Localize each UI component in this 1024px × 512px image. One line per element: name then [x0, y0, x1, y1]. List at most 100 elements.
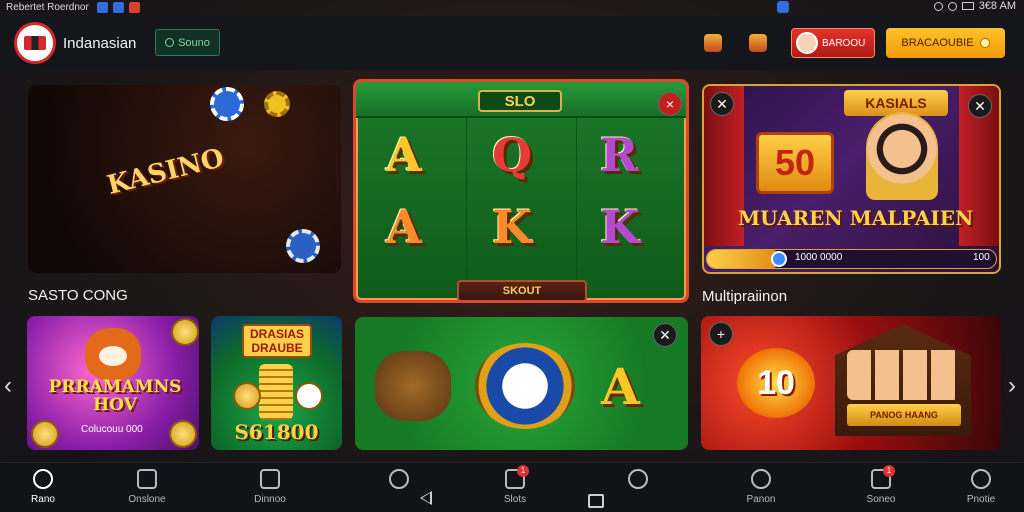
nav-item-settings[interactable]: Pnotie	[946, 469, 1016, 511]
multiplier-badge: 10	[737, 348, 815, 418]
brand-name: Indanasian	[63, 35, 137, 52]
game-card-houses[interactable]: + 10 PANOG HAANG	[701, 316, 1001, 450]
coin-icon	[171, 318, 199, 346]
game-title: PRRAMAMNS HOV	[48, 377, 182, 415]
search-label: Souno	[178, 36, 210, 49]
slot-title: SLO	[478, 90, 562, 112]
chip-icon	[286, 229, 320, 263]
prize-amount: S61800	[234, 420, 319, 444]
coin-icon	[169, 420, 197, 448]
game-sign: PANOG HAANG	[847, 404, 961, 426]
fox-character-image	[85, 328, 141, 380]
character-image	[866, 112, 938, 200]
wifi-icon	[947, 1, 957, 11]
game-card-fox[interactable]: PRRAMAMNS HOV Colucouu 000	[27, 316, 199, 450]
jackpot-knob	[771, 251, 787, 267]
nav-label: Soneo	[866, 494, 896, 505]
chip-icon	[264, 91, 290, 117]
slot-symbol: A	[386, 200, 422, 254]
slot-symbol: A	[601, 357, 640, 416]
dog-icon	[295, 382, 323, 410]
close-icon[interactable]: ✕	[653, 323, 677, 347]
brand-logo-icon[interactable]	[14, 22, 56, 64]
coin-stack-image	[259, 364, 293, 420]
casino-app: Rebertet Roerdnor 3€8 AM Indanasian Soun…	[0, 0, 1024, 512]
status-bar: Rebertet Roerdnor 3€8 AM	[0, 0, 1024, 14]
app-icon-blue	[96, 1, 108, 13]
card-label-roulette: SASTO CONG	[28, 287, 128, 304]
slot-symbol: K	[600, 200, 640, 254]
jackpot-fill	[707, 250, 781, 268]
nav-label: Pnotie	[966, 494, 996, 505]
slot-symbol: R	[600, 128, 639, 182]
nav-label: Dinnoo	[254, 494, 286, 505]
chip-icon	[210, 87, 244, 121]
app-icon-red	[128, 1, 140, 13]
app-icon-blue-2	[112, 1, 124, 13]
chevron-right-icon[interactable]: ›	[1008, 372, 1020, 400]
nav-item-favorites[interactable]: Panon	[726, 469, 796, 511]
register-button[interactable]: BRACAOUBIE	[886, 28, 1005, 58]
coin-icon	[979, 38, 990, 48]
game-card-multiplayer[interactable]: ✕ ✕ KASIALS 50 MUAREN MALPAIEN 1000 0000…	[702, 84, 1001, 274]
info-icon[interactable]: +	[709, 322, 733, 346]
deposit-label: BAROOU	[822, 37, 866, 49]
nav-item-promo[interactable]: 1 Soneo	[846, 465, 916, 511]
home-icon	[33, 469, 53, 489]
info-icon[interactable]: ✕	[710, 92, 734, 116]
nav-label: Slots	[503, 494, 527, 505]
status-time: 3€8 AM	[978, 0, 1016, 12]
live-icon	[628, 469, 648, 489]
bottom-nav: Rano Onslone Dinnoo 1 Slots Panon 1 Sone…	[0, 462, 1024, 512]
alarm-icon	[933, 1, 943, 11]
jackpot-right: 100	[973, 252, 990, 263]
notification-badge: 1	[517, 465, 529, 477]
close-icon[interactable]: ✕	[968, 94, 992, 118]
close-icon[interactable]: ×	[658, 92, 682, 116]
nav-item-home[interactable]: Rano	[8, 469, 78, 511]
games-icon	[260, 469, 280, 489]
slot-symbol: A	[386, 128, 422, 182]
game-title: MUAREN MALPAIEN	[738, 206, 974, 230]
chip-stack-image	[208, 85, 338, 263]
nav-item-slots[interactable]: 1 Slots	[480, 465, 550, 511]
slot-symbol: Q	[492, 128, 533, 182]
nav-label: Onslone	[128, 494, 166, 505]
bowling-pins-image	[375, 351, 451, 421]
game-sign: DRASIAS DRAUBE	[242, 324, 312, 358]
slot-symbol: K	[492, 200, 532, 254]
register-label: BRACAOUBIE	[901, 37, 974, 49]
nav-item-casino[interactable]: Onslone	[112, 469, 182, 511]
dog-icon	[233, 382, 261, 410]
favorites-icon	[751, 469, 771, 489]
bunny-character-image	[475, 343, 575, 429]
system-back-icon[interactable]	[420, 491, 432, 505]
gift-icon[interactable]	[704, 34, 722, 52]
reel-divider	[466, 118, 467, 288]
spin-button[interactable]: SKOUT	[457, 280, 587, 300]
game-card-slot[interactable]: SLO × A Q R A K K SKOUT	[353, 79, 689, 303]
game-card-coins[interactable]: DRASIAS DRAUBE S61800	[211, 316, 342, 450]
notification-icon	[777, 1, 789, 13]
nav-item-live[interactable]	[603, 469, 673, 511]
system-home-icon[interactable]	[588, 494, 604, 508]
nav-label: Rano	[31, 494, 55, 505]
notification-badge: 1	[883, 465, 895, 477]
settings-icon	[971, 469, 991, 489]
casino-icon	[137, 469, 157, 489]
avatar	[796, 32, 818, 54]
game-card-bunny[interactable]: A ✕	[355, 317, 688, 450]
deposit-button[interactable]: BAROOU	[791, 28, 875, 58]
nav-item-games[interactable]: Dinnoo	[235, 469, 305, 511]
search-button[interactable]: Souno	[155, 29, 220, 56]
reel-divider	[576, 118, 577, 288]
multiplier-badge: 50	[756, 132, 834, 194]
game-card-roulette[interactable]: KASINO	[28, 85, 341, 273]
top-header: Indanasian Souno BAROOU BRACAOUBIE	[0, 16, 1024, 70]
search-icon	[165, 38, 175, 47]
jackpot-amount: 1000 0000	[795, 252, 843, 263]
characters-image	[847, 350, 959, 400]
chevron-left-icon[interactable]: ‹	[4, 372, 16, 400]
nav-label: Panon	[746, 494, 776, 505]
trophy-icon[interactable]	[749, 34, 767, 52]
